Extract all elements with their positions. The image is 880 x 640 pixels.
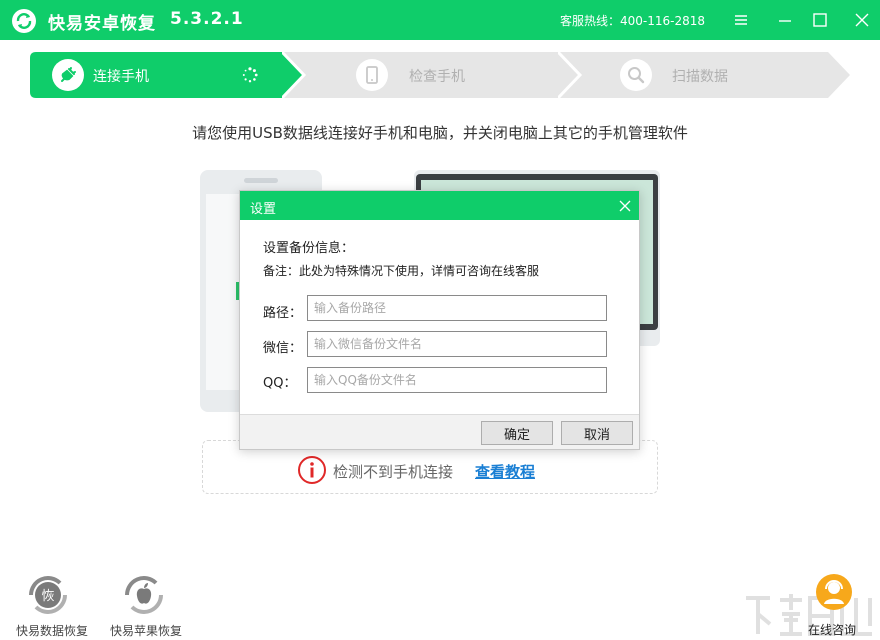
data-recovery-icon: 恢 (29, 576, 67, 614)
dialog-footer: 确定 取消 (240, 414, 639, 449)
path-label: 路径： (263, 306, 303, 321)
minimize-icon (779, 20, 791, 22)
app-title: 快易安卓恢复 (48, 14, 156, 34)
tool-label: 快易苹果恢复 (110, 624, 183, 638)
alert-icon (298, 456, 326, 484)
cancel-button[interactable]: 取消 (561, 421, 633, 445)
backup-path-input[interactable] (307, 295, 607, 321)
customer-service-icon (816, 574, 852, 610)
detect-message: 检测不到手机连接 (333, 463, 454, 481)
step-scan-data: 扫描数据 (558, 52, 850, 98)
menu-icon (735, 15, 747, 25)
dialog-close-icon[interactable] (618, 199, 632, 213)
app-version: 5.3.2.1 (170, 9, 244, 29)
confirm-button[interactable]: 确定 (481, 421, 553, 445)
svg-text:恢: 恢 (41, 589, 54, 604)
step-label: 连接手机 (93, 69, 149, 85)
step-check-phone: 检查手机 (282, 52, 582, 98)
phone-icon (356, 59, 388, 91)
backup-settings-heading: 设置备份信息： (263, 241, 355, 256)
apple-icon (125, 576, 163, 614)
dialog-title: 设置 (250, 202, 277, 217)
loading-spinner-icon (242, 67, 258, 83)
service-hotline: 客服热线：400-116-2818 (560, 14, 706, 28)
search-icon (620, 59, 652, 91)
step-label: 检查手机 (409, 69, 465, 85)
menu-button[interactable] (731, 10, 751, 30)
close-icon (855, 13, 869, 27)
backup-note: 备注：此处为特殊情况下使用，详情可咨询在线客服 (263, 264, 540, 278)
plug-icon (52, 59, 84, 91)
tool-label: 快易数据恢复 (16, 624, 89, 638)
maximize-button[interactable] (810, 10, 830, 30)
wechat-label: 微信： (263, 341, 303, 356)
view-tutorial-link[interactable]: 查看教程 (475, 461, 535, 482)
qq-label: QQ： (263, 376, 297, 391)
wechat-backup-input[interactable] (307, 331, 607, 357)
qq-backup-input[interactable] (307, 367, 607, 393)
maximize-icon (813, 13, 827, 27)
app-logo-icon (12, 9, 36, 33)
connection-instruction: 请您使用USB数据线连接好手机和电脑，并关闭电脑上其它的手机管理软件 (192, 124, 688, 142)
close-button[interactable] (852, 10, 872, 30)
minimize-button[interactable] (775, 10, 795, 30)
online-consult-label: 在线咨询 (808, 623, 857, 637)
step-connect-phone: 连接手机 (30, 52, 306, 98)
title-bar: 快易安卓恢复 5.3.2.1 客服热线：400-116-2818 (0, 0, 880, 40)
settings-dialog: 设置 设置备份信息： 备注：此处为特殊情况下使用，详情可咨询在线客服 路径： 微… (239, 190, 640, 450)
step-label: 扫描数据 (672, 69, 728, 85)
step-progress: 连接手机 检查手机 扫描数据 (30, 52, 850, 98)
dialog-header: 设置 (240, 191, 639, 220)
